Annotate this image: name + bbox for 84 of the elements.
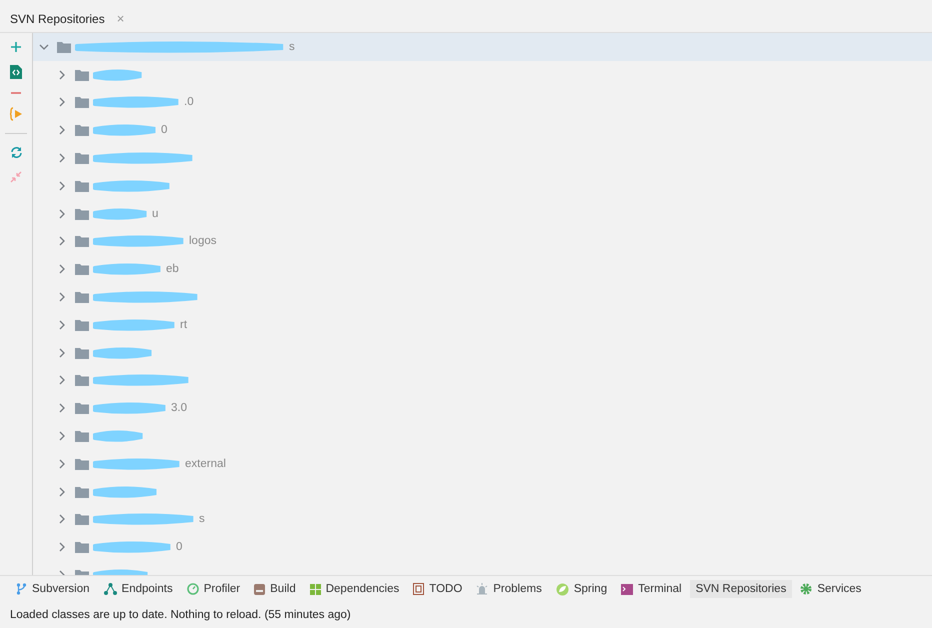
add-icon[interactable] [10, 41, 22, 53]
folder-icon [75, 430, 89, 442]
grid-icon [310, 584, 321, 594]
folder-icon [75, 96, 89, 108]
folder-name: 0 [176, 541, 182, 554]
chevron-right-icon[interactable] [57, 348, 67, 358]
chevron-right-icon[interactable] [57, 403, 67, 414]
chevron-right-icon[interactable] [57, 292, 67, 302]
chevron-right-icon[interactable] [57, 125, 67, 136]
chevron-right-icon[interactable] [57, 97, 67, 108]
folder-name: rt [180, 318, 188, 331]
chevron-right-icon[interactable] [57, 431, 67, 442]
folder-name: eb [166, 263, 179, 276]
build-icon [254, 584, 266, 594]
chevron-down-icon[interactable] [39, 42, 49, 52]
terminal-icon [621, 584, 634, 594]
tool-window-button[interactable]: SVN Repositories [690, 580, 792, 598]
folder-name: logos [189, 235, 216, 248]
tool-window-button[interactable]: Subversion [10, 580, 96, 598]
folder-icon [75, 513, 89, 526]
folder-icon [75, 346, 89, 359]
todo-icon [413, 583, 424, 595]
redaction-scribble [93, 208, 148, 220]
folder-name: u [152, 208, 158, 220]
branch-icon [16, 583, 27, 595]
tool-window-button[interactable]: Endpoints [98, 580, 179, 598]
redaction-scribble [93, 430, 144, 442]
chevron-right-icon[interactable] [57, 514, 67, 524]
folder-icon [75, 180, 89, 192]
tool-window-button[interactable]: Terminal [615, 580, 688, 598]
bracket-arrow-icon[interactable] [10, 107, 22, 121]
redaction-scribble [93, 68, 143, 81]
folder-name: s [289, 40, 295, 53]
nodes-icon [104, 583, 117, 595]
refresh-icon[interactable] [10, 146, 22, 159]
tool-window-button[interactable]: Build [248, 580, 302, 598]
redaction-scribble [93, 346, 153, 359]
redaction-scribble [93, 263, 162, 276]
folder-icon [75, 541, 89, 554]
tab-title: SVN Repositories [10, 12, 105, 26]
chevron-right-icon[interactable] [57, 486, 67, 497]
folder-icon [75, 458, 89, 470]
settings-icon [800, 583, 812, 595]
folder-icon [57, 40, 71, 53]
tool-window-button[interactable]: Profiler [180, 580, 246, 598]
chevron-right-icon[interactable] [57, 180, 67, 191]
chevron-right-icon[interactable] [57, 208, 67, 219]
folder-name: external [185, 458, 226, 470]
chevron-right-icon[interactable] [57, 458, 67, 469]
folder-icon [75, 68, 89, 81]
folder-icon [75, 374, 89, 386]
gauge-icon [186, 583, 199, 595]
chevron-right-icon[interactable] [57, 375, 67, 386]
folder-name: .0 [184, 96, 194, 108]
folder-icon [75, 291, 89, 304]
code-file-icon[interactable] [10, 65, 22, 79]
chevron-right-icon[interactable] [57, 70, 67, 80]
chevron-right-icon[interactable] [57, 320, 67, 330]
folder-name: 0 [161, 124, 168, 136]
folder-icon [75, 124, 89, 136]
leaf-icon [556, 582, 569, 596]
chevron-right-icon[interactable] [57, 542, 67, 552]
redaction-scribble [93, 124, 157, 136]
folder-icon [75, 318, 89, 331]
tool-window-button[interactable]: Spring [550, 580, 614, 598]
folder-icon [75, 486, 89, 498]
folder-icon [75, 235, 89, 248]
tool-window-button[interactable]: Services [794, 580, 868, 598]
folder-icon [75, 402, 89, 414]
redaction-scribble [93, 486, 158, 498]
folder-name: 3.0 [171, 402, 187, 414]
chevron-right-icon[interactable] [57, 264, 67, 274]
chevron-right-icon[interactable] [57, 236, 67, 246]
chevron-right-icon[interactable] [57, 153, 67, 164]
folder-icon [75, 152, 89, 164]
folder-icon [75, 263, 89, 276]
folder-name: s [199, 513, 205, 526]
folder-icon [75, 208, 89, 220]
status-message: Loaded classes are up to date. Nothing to reload. (55 minutes ago) [9, 608, 352, 623]
tool-window-button[interactable]: TODO [407, 580, 468, 598]
tool-window-button[interactable]: Problems [470, 580, 548, 598]
tool-window-tab[interactable]: SVN Repositories × [0, 11, 134, 32]
remove-icon[interactable] [10, 91, 22, 95]
tool-window-button[interactable]: Dependencies [304, 580, 406, 598]
